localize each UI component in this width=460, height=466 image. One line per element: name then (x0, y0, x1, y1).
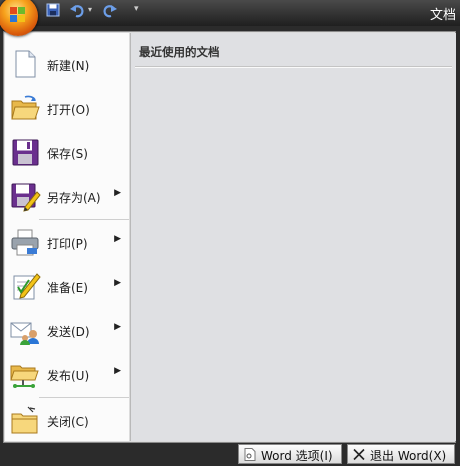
menu-item-label: 准备(E) (47, 281, 88, 295)
submenu-arrow-icon: ▶ (114, 366, 121, 376)
menu-item-label: 发布(U) (47, 369, 90, 383)
menu-divider (39, 397, 129, 398)
menu-item-print[interactable]: 打印(P) ▶ (5, 221, 129, 263)
recent-documents-title: 最近使用的文档 (139, 45, 220, 59)
submenu-arrow-icon: ▶ (114, 322, 121, 332)
exit-word-label: 退出 Word(X) (370, 449, 447, 463)
window-title: 文档 (429, 8, 456, 23)
menu-item-label: 打印(P) (47, 237, 88, 251)
recent-documents-divider (135, 66, 452, 68)
quick-save-icon[interactable] (46, 3, 60, 21)
new-document-icon (9, 48, 41, 80)
menu-item-label: 另存为(A) (47, 191, 101, 205)
open-folder-icon (9, 92, 41, 124)
menu-item-label: 新建(N) (47, 59, 90, 73)
command-list: 新建(N) 打开(O) 保存(S) 另存为(A) ▶ 打印(P) ▶ 准备(E)… (5, 33, 129, 441)
submenu-arrow-icon: ▶ (114, 188, 121, 198)
menu-footer: Word 选项(I) 退出 Word(X) (0, 443, 460, 466)
prepare-icon (9, 270, 41, 302)
title-bar: ▾ ▾ 文档 (0, 0, 460, 26)
undo-dropdown-icon[interactable]: ▾ (88, 5, 96, 23)
menu-item-send[interactable]: 发送(D) ▶ (5, 309, 129, 351)
submenu-arrow-icon: ▶ (114, 234, 121, 244)
submenu-arrow-icon: ▶ (114, 278, 121, 288)
office-menu: 新建(N) 打开(O) 保存(S) 另存为(A) ▶ 打印(P) ▶ 准备(E)… (3, 31, 456, 443)
word-options-button[interactable]: Word 选项(I) (238, 444, 342, 464)
menu-divider (39, 219, 129, 220)
redo-icon[interactable] (101, 3, 117, 21)
send-icon (9, 314, 41, 346)
menu-item-save[interactable]: 保存(S) (5, 131, 129, 173)
save-as-icon (9, 180, 41, 212)
exit-x-icon (353, 448, 365, 461)
menu-item-save-as[interactable]: 另存为(A) ▶ (5, 175, 129, 217)
close-folder-icon (9, 404, 41, 436)
recent-documents-panel: 最近使用的文档 (130, 33, 456, 441)
publish-icon (9, 358, 41, 390)
options-document-icon (244, 448, 256, 461)
menu-item-label: 保存(S) (47, 147, 88, 161)
customize-toolbar-icon[interactable]: ▾ (134, 4, 144, 22)
exit-word-button[interactable]: 退出 Word(X) (347, 444, 455, 464)
menu-item-new[interactable]: 新建(N) (5, 43, 129, 85)
menu-item-prepare[interactable]: 准备(E) ▶ (5, 265, 129, 307)
printer-icon (9, 226, 41, 258)
menu-item-label: 打开(O) (47, 103, 90, 117)
office-logo-icon (10, 7, 26, 23)
menu-item-close[interactable]: 关闭(C) (5, 399, 129, 441)
menu-item-label: 发送(D) (47, 325, 90, 339)
menu-item-label: 关闭(C) (47, 415, 89, 429)
save-disk-icon (9, 136, 41, 168)
word-options-label: Word 选项(I) (261, 449, 333, 463)
menu-item-publish[interactable]: 发布(U) ▶ (5, 353, 129, 395)
undo-icon[interactable] (70, 3, 86, 21)
menu-item-open[interactable]: 打开(O) (5, 87, 129, 129)
